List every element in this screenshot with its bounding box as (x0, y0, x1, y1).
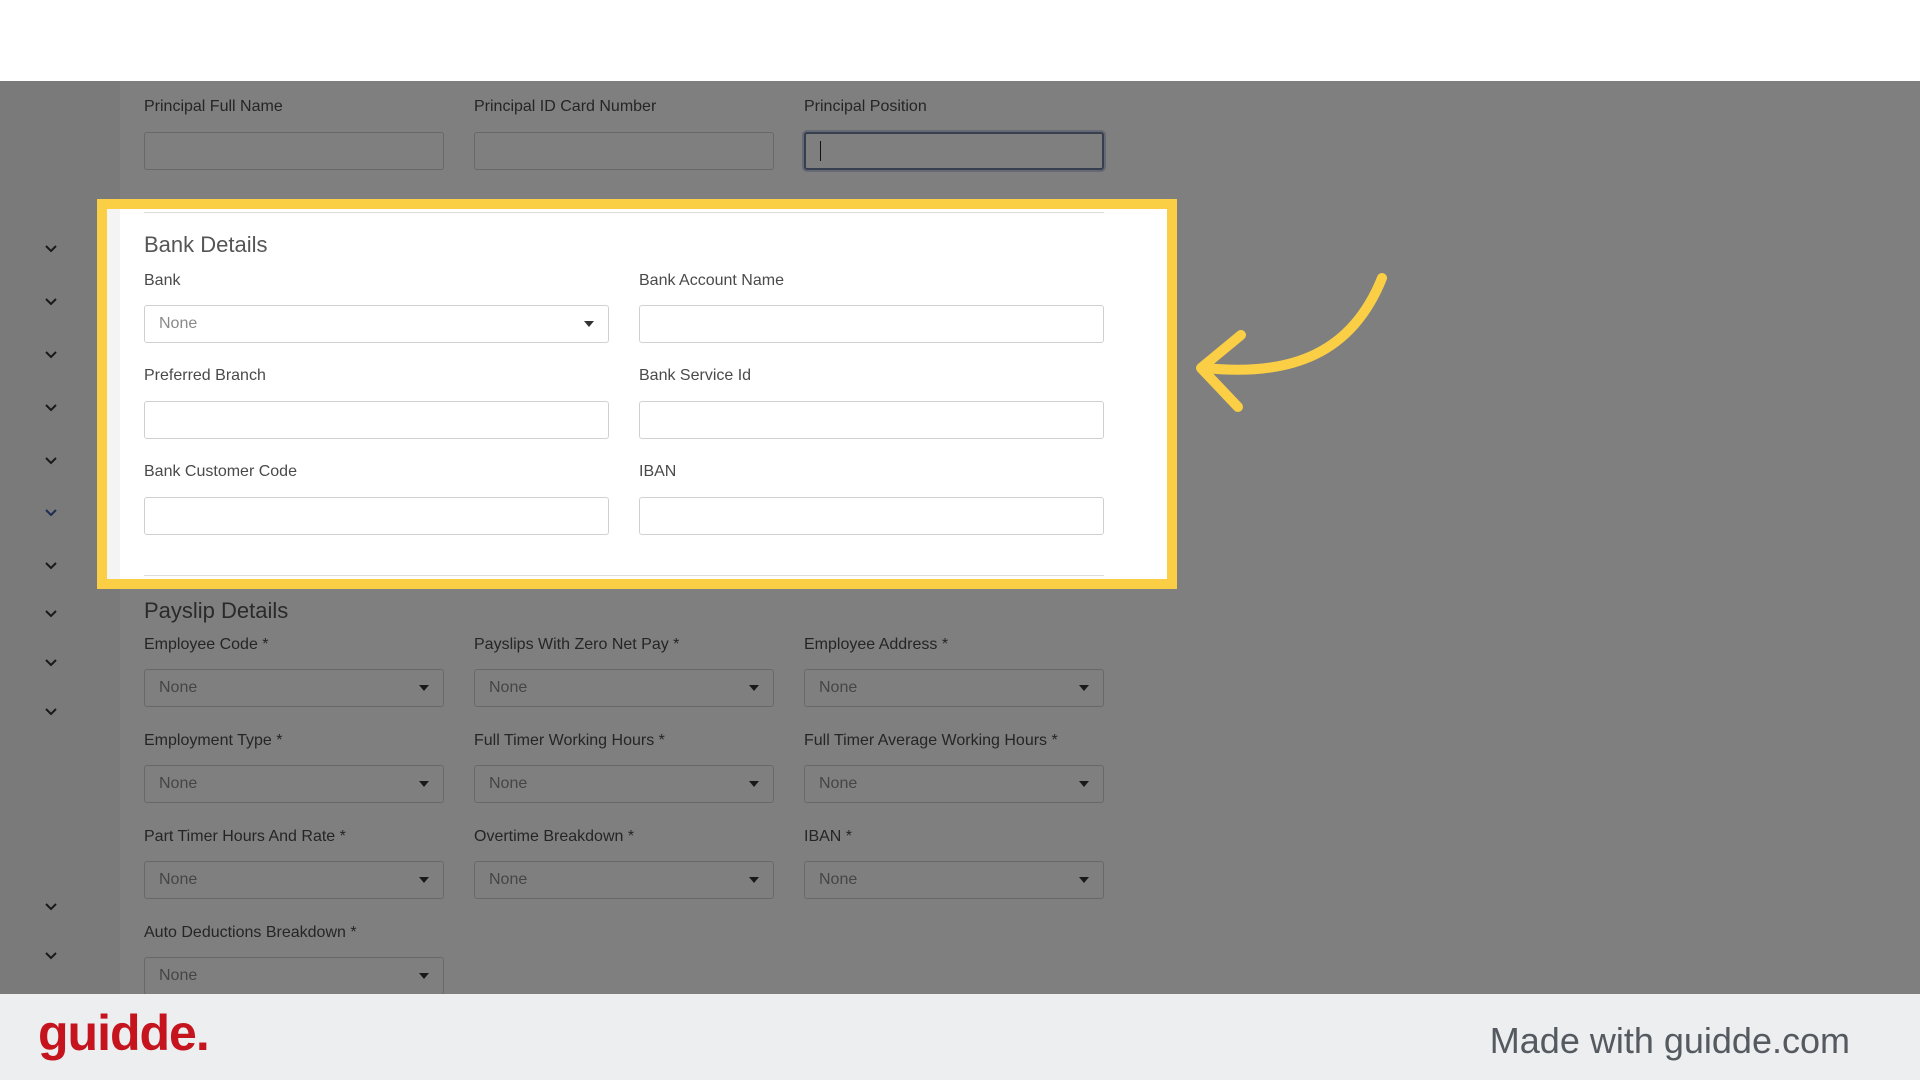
part-timer-hours-rate-label: Part Timer Hours And Rate * (144, 828, 346, 845)
chevron-down-icon[interactable] (44, 506, 58, 520)
employee-address-select[interactable]: None (804, 669, 1104, 707)
chevron-down-icon[interactable] (44, 705, 58, 719)
chevron-down-icon[interactable] (44, 242, 58, 256)
employee-address-label: Employee Address * (804, 636, 949, 653)
caret-down-icon (419, 685, 429, 691)
payslip-details-title: Payslip Details (144, 598, 289, 623)
chevron-down-icon[interactable] (44, 656, 58, 670)
overtime-breakdown-label: Overtime Breakdown * (474, 828, 635, 845)
select-value: None (489, 871, 528, 888)
select-value: None (159, 679, 198, 696)
caret-down-icon (749, 781, 759, 787)
caret-down-icon (749, 877, 759, 883)
select-value: None (819, 679, 858, 696)
full-timer-average-working-hours-select[interactable]: None (804, 765, 1104, 803)
select-value: None (159, 775, 198, 792)
payslips-zero-net-pay-label: Payslips With Zero Net Pay * (474, 636, 680, 653)
employee-code-label: Employee Code * (144, 636, 269, 653)
select-value: None (819, 871, 858, 888)
auto-deductions-breakdown-select[interactable]: None (144, 957, 444, 994)
caret-down-icon (1079, 685, 1089, 691)
employment-type-select[interactable]: None (144, 765, 444, 803)
text-cursor (820, 141, 821, 161)
select-value: None (819, 775, 858, 792)
employment-type-label: Employment Type * (144, 732, 283, 749)
full-timer-average-working-hours-label: Full Timer Average Working Hours * (804, 732, 1058, 749)
select-value: None (489, 775, 528, 792)
full-timer-working-hours-label: Full Timer Working Hours * (474, 732, 665, 749)
select-value: None (159, 967, 198, 984)
chevron-down-icon[interactable] (44, 949, 58, 963)
chevron-down-icon[interactable] (44, 454, 58, 468)
caret-down-icon (749, 685, 759, 691)
footer: guidde. Made with guidde.com (0, 994, 1920, 1080)
caret-down-icon (419, 781, 429, 787)
full-timer-working-hours-select[interactable]: None (474, 765, 774, 803)
chevron-down-icon[interactable] (44, 295, 58, 309)
made-with-text: Made with guidde.com (1489, 1020, 1850, 1061)
select-value: None (159, 871, 198, 888)
principal-full-name-input[interactable] (144, 132, 444, 170)
payslip-iban-select[interactable]: None (804, 861, 1104, 899)
guidde-logo: guidde. (38, 1005, 210, 1061)
overtime-breakdown-select[interactable]: None (474, 861, 774, 899)
chevron-down-icon[interactable] (44, 348, 58, 362)
principal-position-input[interactable] (804, 132, 1104, 170)
employee-code-select[interactable]: None (144, 669, 444, 707)
auto-deductions-breakdown-label: Auto Deductions Breakdown * (144, 924, 357, 941)
payslips-zero-net-pay-select[interactable]: None (474, 669, 774, 707)
principal-position-label: Principal Position (804, 98, 927, 115)
principal-full-name-label: Principal Full Name (144, 98, 283, 115)
chevron-down-icon[interactable] (44, 401, 58, 415)
caret-down-icon (1079, 877, 1089, 883)
chevron-down-icon[interactable] (44, 900, 58, 914)
caret-down-icon (419, 973, 429, 979)
highlight-box (97, 199, 1177, 589)
top-band (0, 0, 1920, 81)
chevron-down-icon[interactable] (44, 559, 58, 573)
principal-id-card-number-input[interactable] (474, 132, 774, 170)
caret-down-icon (419, 877, 429, 883)
select-value: None (489, 679, 528, 696)
chevron-down-icon[interactable] (44, 607, 58, 621)
principal-id-card-number-label: Principal ID Card Number (474, 98, 657, 115)
payslip-iban-label: IBAN * (804, 828, 853, 845)
part-timer-hours-rate-select[interactable]: None (144, 861, 444, 899)
caret-down-icon (1079, 781, 1089, 787)
